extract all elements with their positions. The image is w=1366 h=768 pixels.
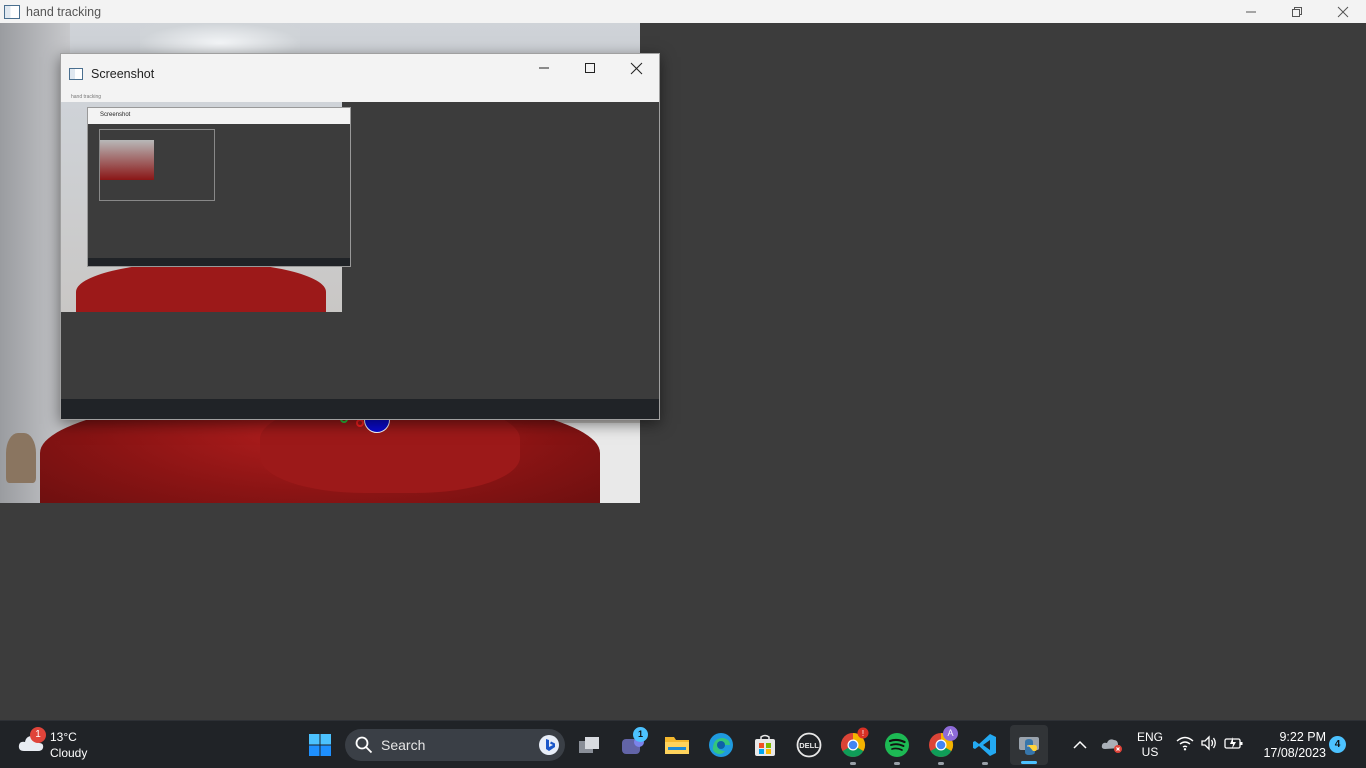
notification-badge[interactable]: 4 — [1329, 736, 1346, 753]
running-indicator — [938, 762, 944, 765]
nested-title: hand tracking — [71, 94, 102, 100]
window-app-icon — [69, 68, 83, 80]
wifi-icon — [1176, 736, 1194, 751]
search-icon — [355, 736, 373, 754]
show-hidden-icons-button[interactable] — [1064, 729, 1096, 761]
windows-icon — [309, 734, 331, 756]
nested-screenshot-titlebar: Screenshot — [88, 108, 350, 124]
search-label: Search — [381, 737, 426, 753]
nested-screenshot-window: Screenshot — [87, 107, 351, 267]
weather-widget[interactable]: 1 13°C Cloudy — [18, 727, 108, 764]
weather-condition: Cloudy — [50, 746, 88, 760]
nested-nested-feed — [100, 140, 154, 180]
chrome-profile-avatar: A — [943, 726, 958, 741]
chevron-up-icon — [1073, 740, 1087, 749]
minimize-icon — [1246, 11, 1256, 12]
maximize-button[interactable] — [567, 54, 613, 82]
active-indicator — [1021, 761, 1037, 764]
edge-button[interactable] — [705, 729, 737, 761]
onedrive-error-icon — [1101, 739, 1122, 753]
running-indicator — [894, 762, 900, 765]
minimize-button[interactable] — [521, 54, 567, 82]
weather-temp: 13°C — [50, 730, 77, 744]
restore-button[interactable] — [1274, 0, 1320, 23]
task-view-button[interactable] — [573, 729, 605, 761]
outer-window-title: hand tracking — [26, 4, 102, 19]
bing-icon[interactable] — [539, 735, 559, 755]
file-explorer-button[interactable] — [661, 729, 693, 761]
store-icon — [755, 734, 775, 756]
nested-taskbar — [88, 258, 350, 266]
window-app-icon — [4, 4, 20, 19]
screenshot-taskbar — [61, 399, 659, 419]
nested-titlebar: hand tracking — [61, 94, 659, 102]
chrome-button[interactable]: ! — [837, 727, 869, 765]
task-view-icon — [579, 737, 599, 753]
close-button[interactable] — [1320, 0, 1366, 23]
maximize-icon — [585, 63, 595, 73]
language-top: ENG — [1136, 730, 1163, 744]
python-icon — [1019, 737, 1039, 755]
dell-button[interactable]: DELL — [793, 729, 825, 761]
nested-screenshot-title: Screenshot — [100, 112, 131, 118]
minimize-button[interactable] — [1228, 0, 1274, 23]
vscode-button[interactable] — [969, 729, 1001, 765]
clock-time: 9:22 PM — [1279, 730, 1326, 744]
edge-icon — [709, 733, 733, 757]
start-button[interactable] — [304, 729, 336, 761]
nested-nested-window — [99, 129, 215, 201]
svg-text:!: ! — [862, 729, 864, 738]
clock[interactable]: 9:22 PM 17/08/2023 — [1256, 729, 1326, 761]
outer-window-titlebar[interactable]: hand tracking — [0, 0, 1366, 23]
python-button[interactable] — [1010, 725, 1048, 765]
vscode-icon — [973, 734, 996, 756]
volume-icon — [1201, 735, 1216, 751]
close-icon — [1337, 6, 1349, 17]
chrome-alert-icon: ! — [857, 727, 869, 739]
chrome-profile-button[interactable]: A — [925, 726, 958, 765]
hand-landmark — [356, 419, 364, 427]
close-button[interactable] — [613, 54, 659, 82]
spotify-button[interactable] — [881, 729, 913, 765]
store-button[interactable] — [749, 729, 781, 761]
language-indicator[interactable]: ENG US — [1134, 730, 1166, 768]
svg-text:DELL: DELL — [799, 741, 819, 750]
battery-icon — [1224, 737, 1243, 749]
search-box[interactable]: Search — [345, 729, 565, 761]
spotify-icon — [885, 733, 909, 757]
teams-badge: 1 — [633, 727, 648, 742]
taskbar: 1 13°C Cloudy Search 1 DELL ! A ENG US 9… — [0, 720, 1366, 768]
dell-icon: DELL — [796, 732, 822, 758]
screenshot-window-title: Screenshot — [91, 67, 155, 81]
nested-shirt — [76, 262, 326, 312]
running-indicator — [850, 762, 856, 765]
teams-button[interactable]: 1 — [617, 727, 649, 761]
screenshot-content: hand tracking Screenshot — [61, 94, 659, 419]
screenshot-window[interactable]: Screenshot hand tracking Screenshot — [60, 53, 660, 420]
quick-settings-button[interactable] — [1176, 735, 1246, 768]
weather-badge: 1 — [30, 727, 46, 743]
folder-icon — [665, 737, 689, 754]
screenshot-window-titlebar[interactable]: Screenshot — [61, 54, 659, 94]
close-icon — [630, 62, 642, 74]
running-indicator — [982, 762, 988, 765]
language-bottom: US — [1141, 745, 1159, 759]
restore-icon — [1292, 6, 1302, 17]
onedrive-button[interactable] — [1096, 729, 1128, 761]
camera-toy-figure — [6, 433, 36, 483]
clock-date: 17/08/2023 — [1263, 746, 1326, 760]
minimize-icon — [539, 67, 549, 69]
